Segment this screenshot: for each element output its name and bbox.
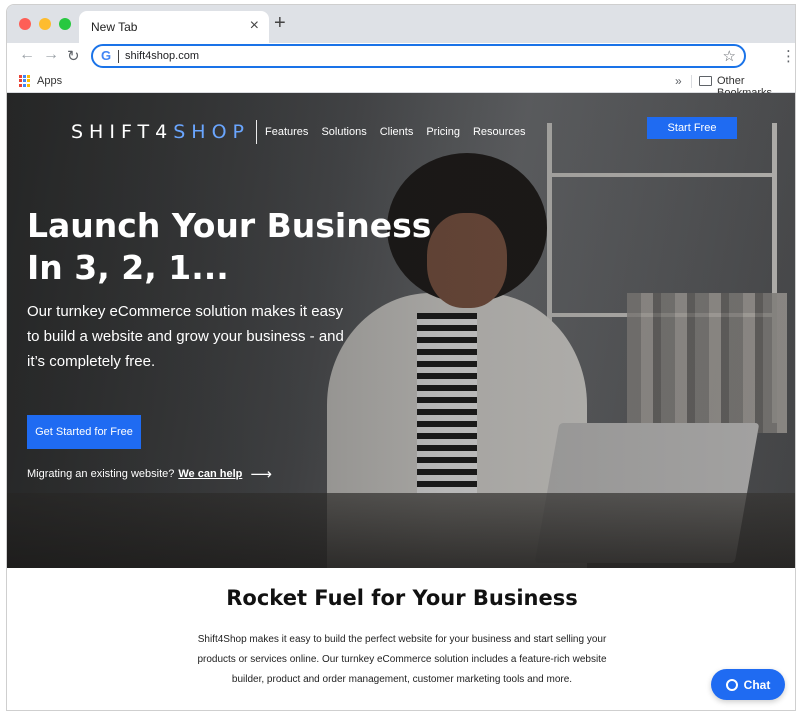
nav-clients[interactable]: Clients: [380, 126, 414, 138]
tab-bar: New Tab × +: [7, 5, 795, 43]
forward-arrow-icon[interactable]: →: [43, 46, 59, 64]
hero-headline-line1: Launch Your Business: [27, 206, 432, 245]
address-url[interactable]: shift4shop.com: [125, 50, 199, 62]
bookmarks-divider: [691, 75, 692, 88]
bookmarks-bar: Apps » Other Bookmarks: [7, 71, 795, 99]
hero-subtext: Our turnkey eCommerce solution makes it …: [27, 303, 344, 370]
get-started-button[interactable]: Get Started for Free: [27, 415, 141, 449]
folder-icon: [699, 76, 712, 86]
apps-grid-icon[interactable]: [19, 75, 31, 87]
google-icon: G: [101, 48, 112, 63]
nav-resources[interactable]: Resources: [473, 126, 526, 138]
section-body: Shift4Shop makes it easy to build the pe…: [197, 634, 607, 685]
arrow-right-icon[interactable]: ⟶: [250, 465, 272, 483]
close-tab-icon[interactable]: ×: [250, 17, 259, 35]
nav-solutions[interactable]: Solutions: [321, 126, 366, 138]
start-free-button[interactable]: Start Free: [647, 117, 737, 139]
browser-toolbar: ← → ↻ G shift4shop.com ☆ ⋮: [7, 43, 795, 71]
address-bar[interactable]: G shift4shop.com ☆: [91, 44, 746, 68]
section-title: Rocket Fuel for Your Business: [226, 586, 578, 610]
chat-label: Chat: [743, 677, 771, 692]
new-tab-button[interactable]: +: [274, 12, 286, 35]
hero-headline: Launch Your Business In 3, 2, 1...: [27, 205, 447, 289]
tab-new-tab[interactable]: New Tab ×: [79, 11, 269, 43]
we-can-help-link[interactable]: We can help: [178, 468, 242, 480]
text-cursor: [118, 50, 119, 63]
chat-button[interactable]: Chat: [711, 669, 785, 700]
nav-features[interactable]: Features: [265, 126, 308, 138]
tab-title: New Tab: [91, 20, 138, 34]
migrate-prompt: Migrating an existing website? We can he…: [27, 465, 272, 483]
chat-bubble-icon: [725, 678, 738, 691]
logo-divider: [256, 120, 258, 144]
close-window-button[interactable]: [19, 18, 31, 30]
back-arrow-icon[interactable]: ←: [19, 46, 35, 64]
browser-window: New Tab × + ← → ↻ G shift4shop.com ☆ ⋮ A…: [6, 4, 796, 711]
maximize-window-button[interactable]: [59, 18, 71, 30]
reload-icon[interactable]: ↻: [67, 47, 80, 65]
hero-headline-line2: In 3, 2, 1...: [27, 248, 229, 287]
minimize-window-button[interactable]: [39, 18, 51, 30]
shift4shop-logo[interactable]: SHIFT4SHOP: [71, 121, 250, 143]
site-navigation: SHIFT4SHOP Features Solutions Clients Pr…: [71, 117, 539, 147]
rocket-fuel-section: Rocket Fuel for Your Business Shift4Shop…: [7, 568, 795, 710]
more-bookmarks-icon[interactable]: »: [675, 74, 682, 88]
browser-menu-icon[interactable]: ⋮: [781, 47, 795, 65]
hero-section: SHIFT4SHOP Features Solutions Clients Pr…: [7, 93, 795, 568]
nav-pricing[interactable]: Pricing: [426, 126, 460, 138]
migrate-text: Migrating an existing website?: [27, 468, 175, 480]
bookmark-star-icon[interactable]: ☆: [723, 47, 736, 65]
apps-bookmark[interactable]: Apps: [37, 75, 62, 87]
